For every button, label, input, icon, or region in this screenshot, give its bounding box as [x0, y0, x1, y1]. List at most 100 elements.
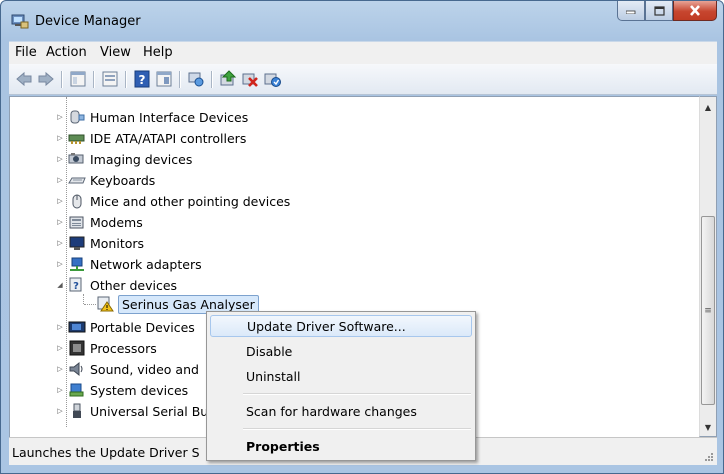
vertical-scrollbar[interactable]: ▲ ≡ ▼: [699, 96, 717, 437]
grip-icon: ≡: [704, 305, 712, 316]
tree-connector-line: [84, 304, 96, 305]
menu-view[interactable]: View: [100, 45, 131, 60]
expand-arrow-icon[interactable]: ▷: [56, 218, 64, 226]
show-hide-console-tree-icon[interactable]: [101, 70, 119, 88]
menu-file[interactable]: File: [15, 45, 37, 60]
uninstall-icon[interactable]: [241, 70, 259, 88]
expand-arrow-icon[interactable]: ▷: [56, 386, 64, 394]
resize-grip-icon[interactable]: [704, 452, 714, 462]
menu-item-label: Properties: [246, 438, 320, 454]
menu-help[interactable]: Help: [143, 45, 173, 60]
speaker-icon: [68, 361, 86, 377]
tree-item-label: Human Interface Devices: [90, 109, 249, 125]
tree-item-label: Mice and other pointing devices: [90, 193, 291, 209]
tree-item-universal-serial-bus-controllers[interactable]: ▷ Universal Serial Bu: [56, 401, 208, 421]
expand-arrow-icon[interactable]: ▷: [56, 134, 64, 142]
tree-connector-line: [83, 294, 84, 304]
context-menu-properties[interactable]: Properties: [210, 435, 472, 457]
menu-separator: [243, 428, 471, 430]
close-icon: [690, 5, 700, 16]
view-icon[interactable]: [155, 70, 173, 88]
tree-item-network-adapters[interactable]: ▷ Network adapters: [56, 254, 201, 274]
toolbar-separator: [93, 71, 95, 88]
expand-arrow-icon[interactable]: ▷: [56, 197, 64, 205]
warning-device-icon: [96, 296, 114, 312]
status-text: Launches the Update Driver S: [12, 445, 200, 460]
tree-item-label: IDE ATA/ATAPI controllers: [90, 130, 247, 146]
device-manager-icon: [11, 13, 29, 29]
forward-arrow-icon[interactable]: [37, 70, 55, 88]
expand-arrow-icon[interactable]: ▷: [56, 155, 64, 163]
menu-item-label: Scan for hardware changes: [246, 403, 417, 419]
tree-item-label: Sound, video and: [90, 361, 199, 377]
tree-item-mice-and-other-pointing-devices[interactable]: ▷ Mice and other pointing devices: [56, 191, 290, 211]
tree-item-sound-video-and-game-controllers[interactable]: ▷ Sound, video and: [56, 359, 199, 379]
enable-device-icon[interactable]: [263, 70, 281, 88]
tree-item-label: Monitors: [90, 235, 145, 251]
tree-item-label: Universal Serial Bu: [90, 403, 209, 419]
expand-arrow-icon[interactable]: ▷: [56, 239, 64, 247]
tree-item-human-interface-devices[interactable]: ▷ Human Interface Devices: [56, 107, 248, 127]
maximize-icon: [653, 5, 665, 16]
maximize-button[interactable]: [645, 1, 673, 21]
device-manager-window: Device Manager File Action View Help ? ▷…: [0, 0, 724, 474]
tree-item-portable-devices[interactable]: ▷ Portable Devices: [56, 317, 195, 337]
tree-item-keyboards[interactable]: ▷ Keyboards: [56, 170, 155, 190]
tree-item-ide-ata-atapi-controllers[interactable]: ▷ IDE ATA/ATAPI controllers: [56, 128, 246, 148]
menu-item-label: Disable: [246, 343, 293, 359]
scroll-up-arrow-icon[interactable]: ▲: [700, 99, 716, 115]
modem-icon: [68, 214, 86, 230]
toolbar: ?: [9, 64, 717, 95]
menu-bar: File Action View Help: [9, 41, 717, 64]
context-menu-disable[interactable]: Disable: [210, 340, 472, 362]
expand-arrow-icon[interactable]: ▷: [56, 176, 64, 184]
expand-arrow-icon[interactable]: ▷: [56, 113, 64, 121]
toolbar-separator: [179, 71, 181, 88]
menu-item-label: Uninstall: [246, 368, 301, 384]
scrollbar-thumb[interactable]: ≡: [701, 216, 715, 405]
expand-arrow-icon[interactable]: ▷: [56, 365, 64, 373]
expand-arrow-icon[interactable]: ▷: [56, 260, 64, 268]
tree-item-other-devices[interactable]: ◢ ? Other devices: [56, 275, 177, 295]
close-button[interactable]: [673, 1, 717, 21]
minimize-button[interactable]: [617, 1, 645, 21]
context-menu-scan-for-hardware-changes[interactable]: Scan for hardware changes: [210, 400, 472, 422]
tree-item-modems[interactable]: ▷ Modems: [56, 212, 143, 232]
scan-hardware-icon[interactable]: [187, 70, 205, 88]
tree-item-monitors[interactable]: ▷ Monitors: [56, 233, 144, 253]
tree-item-label: Portable Devices: [90, 319, 195, 335]
update-driver-icon[interactable]: [219, 70, 237, 88]
network-adapter-icon: [68, 256, 86, 272]
context-menu-update-driver-software[interactable]: Update Driver Software...: [210, 315, 472, 337]
expand-arrow-icon[interactable]: ▷: [56, 323, 64, 331]
portable-device-icon: [68, 319, 86, 335]
tree-item-imaging-devices[interactable]: ▷ Imaging devices: [56, 149, 192, 169]
system-device-icon: [68, 382, 86, 398]
expand-arrow-icon[interactable]: ▷: [56, 407, 64, 415]
context-menu-uninstall[interactable]: Uninstall: [210, 365, 472, 387]
help-icon[interactable]: ?: [133, 70, 151, 88]
window-title: Device Manager: [35, 14, 141, 29]
keyboard-icon: [68, 172, 86, 188]
svg-text:?: ?: [73, 281, 79, 292]
tree-item-processors[interactable]: ▷ Processors: [56, 338, 157, 358]
monitor-icon: [68, 235, 86, 251]
minimize-icon: [626, 10, 636, 14]
tree-item-label: Keyboards: [90, 172, 156, 188]
expand-arrow-icon[interactable]: ▷: [56, 344, 64, 352]
tree-item-label: Other devices: [90, 277, 178, 293]
properties-icon[interactable]: [69, 70, 87, 88]
collapse-arrow-icon[interactable]: ◢: [56, 281, 64, 289]
mouse-icon: [68, 193, 86, 209]
toolbar-separator: [61, 71, 63, 88]
menu-action[interactable]: Action: [46, 45, 87, 60]
scroll-down-arrow-icon[interactable]: ▼: [700, 419, 716, 435]
svg-text:?: ?: [139, 73, 146, 87]
back-arrow-icon[interactable]: [15, 70, 33, 88]
tree-item-system-devices[interactable]: ▷ System devices: [56, 380, 188, 400]
tree-item-label: Modems: [90, 214, 143, 230]
tree-item-label: Processors: [90, 340, 157, 356]
usb-icon: [68, 403, 86, 419]
hid-icon: [68, 109, 86, 125]
title-bar[interactable]: Device Manager: [1, 1, 723, 39]
